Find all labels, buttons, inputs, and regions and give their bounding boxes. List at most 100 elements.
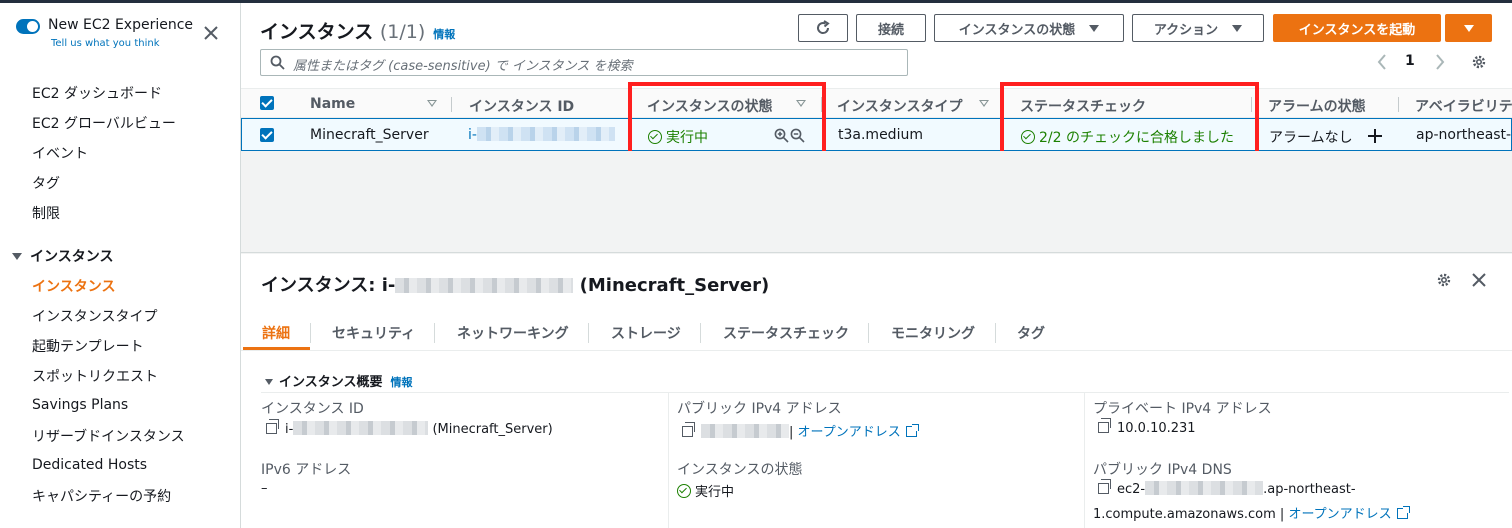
redacted-dns (1145, 481, 1264, 495)
sidebar-item-savings-plans[interactable]: Savings Plans (32, 397, 128, 413)
prev-page-icon[interactable] (1377, 54, 1387, 70)
launch-instance-button[interactable]: インスタンスを起動 (1273, 14, 1441, 42)
copy-icon[interactable] (682, 422, 695, 437)
actions-button[interactable]: アクション (1132, 14, 1264, 42)
copy-icon[interactable] (266, 419, 279, 434)
zoom-out-icon[interactable] (790, 128, 805, 143)
new-experience-toggle[interactable] (16, 19, 40, 34)
column-divider (628, 97, 629, 112)
ipv6-label: IPv6 アドレス (261, 462, 352, 478)
private-ipv4-value: 10.0.10.231 (1098, 418, 1196, 436)
instance-id-value: i- (Minecraft_Server) (266, 419, 553, 437)
column-divider (1003, 97, 1004, 112)
row-checkbox[interactable] (260, 128, 274, 142)
public-dns-line2: 1.compute.amazonaws.com (1093, 507, 1276, 522)
table-header: Name インスタンス ID インスタンスの状態 インスタンスタイプ ステータス… (241, 88, 1512, 118)
sidebar-item-launch-templates[interactable]: 起動テンプレート (32, 336, 144, 356)
private-ipv4-text: 10.0.10.231 (1117, 421, 1196, 436)
detail-settings-gear-icon[interactable] (1436, 272, 1452, 288)
column-instance-type[interactable]: インスタンスタイプ (837, 96, 962, 116)
close-detail-icon[interactable] (1471, 272, 1487, 288)
detail-title: インスタンス: i- (Minecraft_Server) (261, 271, 769, 297)
instance-state-text: 実行中 (695, 485, 735, 500)
sidebar-item-events[interactable]: イベント (32, 143, 88, 163)
connect-button[interactable]: 接続 (856, 14, 926, 42)
search-input[interactable]: 属性またはタグ (case-sensitive) で インスタンス を検索 (260, 49, 908, 76)
tab-divider (868, 323, 869, 343)
info-link[interactable]: 情報 (433, 28, 455, 41)
instance-id-suffix: (Minecraft_Server) (432, 422, 553, 437)
sidebar-section-instances[interactable]: インスタンス (12, 246, 113, 266)
column-instance-state[interactable]: インスタンスの状態 (647, 96, 772, 116)
sidebar-item-tags[interactable]: タグ (32, 173, 60, 193)
refresh-button[interactable] (798, 14, 848, 42)
public-dns-value-line2: 1.compute.amazonaws.com | オープンアドレス (1093, 503, 1410, 522)
sidebar-item-instance-types[interactable]: インスタンスタイプ (32, 306, 157, 326)
tab-details[interactable]: 詳細 (262, 323, 290, 343)
table-row[interactable]: Minecraft_Server i- 実行中 t3a.medium 2/2 の… (241, 118, 1512, 151)
cell-availability-zone: ap-northeast-1 (1416, 127, 1512, 143)
column-status-check[interactable]: ステータスチェック (1020, 96, 1146, 116)
tab-security[interactable]: セキュリティ (332, 323, 415, 343)
sidebar-item-global-view[interactable]: EC2 グローバルビュー (32, 113, 176, 133)
external-link-icon[interactable] (1396, 506, 1410, 519)
cell-alarm-state: アラームなし (1269, 130, 1353, 146)
cell-instance-state: 実行中 (648, 127, 708, 147)
tab-tags[interactable]: タグ (1017, 323, 1045, 343)
sort-type-icon[interactable] (979, 100, 989, 107)
launch-dropdown-button[interactable] (1445, 14, 1492, 42)
summary-info-link[interactable]: 情報 (390, 376, 412, 389)
cell-instance-id-link[interactable]: i- (468, 127, 615, 143)
tab-networking[interactable]: ネットワーキング (457, 323, 569, 343)
instance-detail-panel: インスタンス: i- (Minecraft_Server) 詳細 セキュリティ … (241, 254, 1512, 528)
zoom-in-icon[interactable] (774, 128, 789, 143)
external-link-icon[interactable] (905, 424, 919, 437)
instance-state-button[interactable]: インスタンスの状態 (934, 14, 1124, 42)
sidebar-item-limits[interactable]: 制限 (32, 203, 60, 223)
sidebar-item-dedicated-hosts[interactable]: Dedicated Hosts (32, 457, 147, 473)
redacted-instance-id (293, 421, 429, 435)
table-settings-gear-icon[interactable] (1471, 54, 1487, 70)
select-all-checkbox[interactable] (260, 96, 274, 110)
column-instance-id[interactable]: インスタンス ID (469, 96, 574, 116)
public-dns-open-link[interactable]: オープンアドレス (1288, 507, 1391, 522)
feedback-link[interactable]: Tell us what you think (51, 38, 160, 49)
copy-icon[interactable] (1098, 479, 1111, 494)
column-divider (1398, 97, 1399, 112)
column-alarm-state[interactable]: アラームの状態 (1268, 96, 1366, 116)
refresh-icon (817, 20, 830, 34)
instance-state-label: インスタンスの状態 (958, 22, 1076, 38)
copy-icon[interactable] (1098, 418, 1111, 433)
check-circle-icon (677, 484, 691, 498)
tab-divider (700, 323, 701, 343)
caret-down-icon (12, 253, 22, 260)
page-title: インスタンス (1/1) 情報 (260, 17, 455, 44)
column-name[interactable]: Name (310, 96, 355, 112)
check-circle-icon (1021, 130, 1035, 144)
table-empty-area (241, 151, 1512, 253)
tab-divider (310, 323, 311, 343)
detail-tabs: 詳細 セキュリティ ネットワーキング ストレージ ステータスチェック モニタリン… (241, 315, 1512, 351)
column-availability-zone[interactable]: アベイラビリテ (1415, 96, 1512, 116)
sidebar-item-dashboard[interactable]: EC2 ダッシュボード (32, 83, 162, 103)
page-title-text: インスタンス (260, 21, 374, 43)
tab-monitoring[interactable]: モニタリング (891, 323, 975, 343)
tab-status-checks[interactable]: ステータスチェック (723, 323, 849, 343)
instance-state-value: 実行中 (677, 481, 734, 500)
instance-summary-header[interactable]: インスタンス概要 情報 (265, 371, 412, 390)
sidebar-item-capacity-reservations[interactable]: キャパシティーの予約 (32, 486, 171, 506)
tab-storage[interactable]: ストレージ (611, 323, 681, 343)
sort-state-icon[interactable] (796, 100, 806, 107)
sidebar-item-spot-requests[interactable]: スポットリクエスト (32, 366, 158, 386)
section-divider (261, 392, 1509, 393)
sort-name-icon[interactable] (427, 100, 437, 107)
current-page[interactable]: 1 (1405, 53, 1415, 69)
sidebar-item-instances[interactable]: インスタンス (32, 276, 115, 296)
open-address-link[interactable]: オープンアドレス (798, 425, 901, 440)
next-page-icon[interactable] (1435, 54, 1445, 70)
redacted-instance-id (395, 278, 574, 293)
sidebar-item-reserved-instances[interactable]: リザーブドインスタンス (32, 426, 185, 446)
instance-summary-title: インスタンス概要 (279, 375, 383, 390)
add-alarm-plus-icon[interactable] (1367, 128, 1383, 144)
close-sidebar-icon[interactable] (201, 23, 221, 43)
